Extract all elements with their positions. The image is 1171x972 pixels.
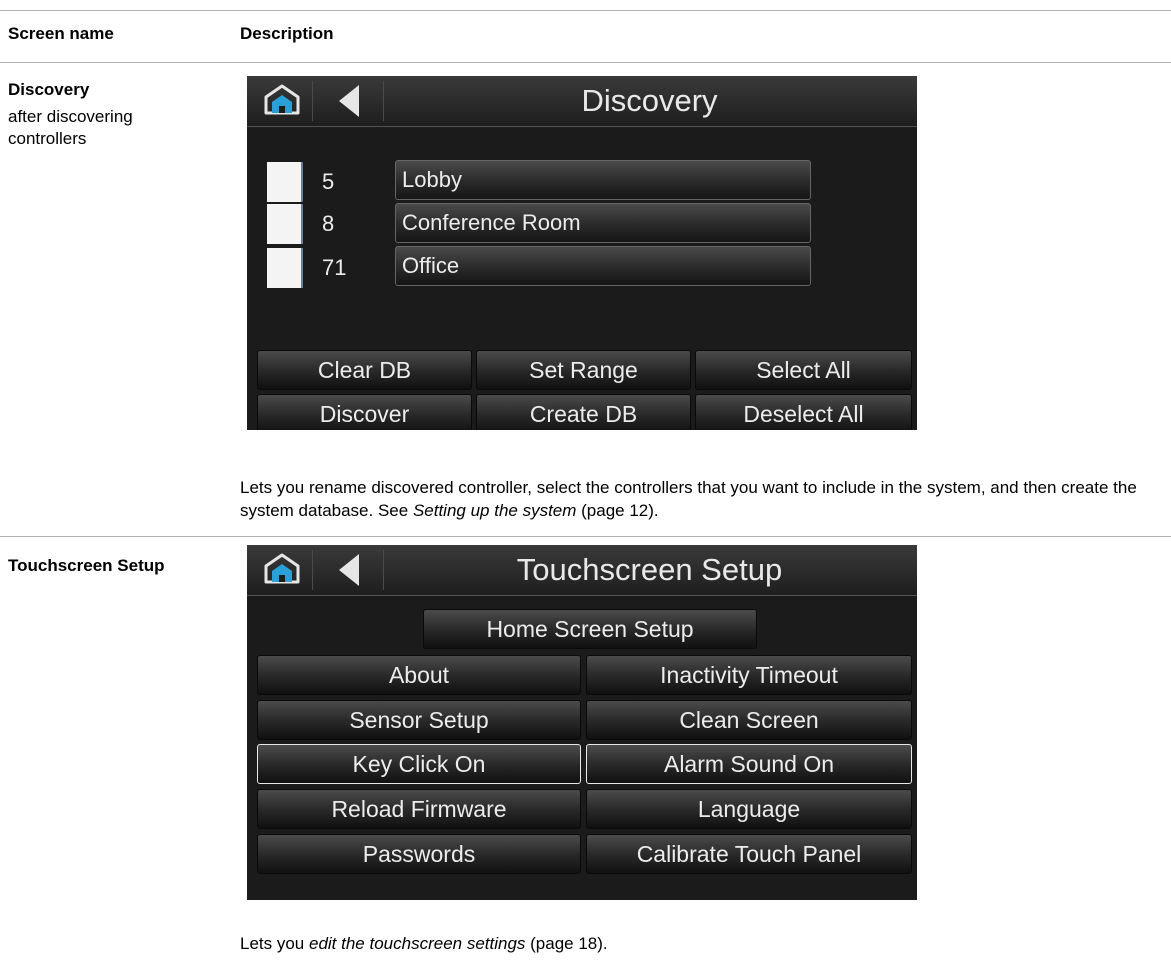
reload-firmware-button[interactable]: Reload Firmware [257,789,581,829]
back-arrow-icon [339,554,359,586]
home-button[interactable] [252,81,313,121]
controller-address: 8 [322,211,335,236]
description-discovery: Lets you rename discovered controller, s… [240,476,1170,522]
table-top-rule [0,10,1171,11]
controller-address: 71 [322,255,347,280]
back-button[interactable] [313,550,384,590]
description-text: Lets you [240,934,309,953]
controller-checkbox[interactable] [267,248,303,288]
touchscreen-setup-screen: Touchscreen Setup Home Screen Setup Abou… [247,545,917,900]
row-subtitle-discovery: after discovering controllers [8,107,133,148]
about-button[interactable]: About [257,655,581,695]
key-click-toggle[interactable]: Key Click On [257,744,581,784]
cross-reference-link[interactable]: Setting up the system [413,501,576,520]
header-screen-name: Screen name [8,24,114,43]
home-icon [264,84,300,115]
controller-checkbox[interactable] [267,204,303,244]
cross-reference-link[interactable]: edit the touchscreen settings [309,934,525,953]
row-rule [0,536,1171,537]
discover-button[interactable]: Discover [257,394,472,430]
clean-screen-button[interactable]: Clean Screen [586,700,912,740]
controller-checkbox[interactable] [267,162,303,202]
header-description: Description [240,24,334,43]
back-button[interactable] [313,81,384,121]
language-button[interactable]: Language [586,789,912,829]
description-touchscreen-setup: Lets you edit the touchscreen settings (… [240,932,1170,955]
controller-name-field[interactable]: Lobby [395,160,811,200]
sensor-setup-button[interactable]: Sensor Setup [257,700,581,740]
home-screen-setup-button[interactable]: Home Screen Setup [423,609,757,649]
clear-db-button[interactable]: Clear DB [257,350,472,390]
set-range-button[interactable]: Set Range [476,350,691,390]
row-name-discovery: Discovery [8,80,90,99]
header-rule [0,62,1171,63]
row-name-touchscreen-setup: Touchscreen Setup [8,556,165,575]
discovery-screen: Discovery 5 Lobby 8 Conference Room 71 O… [247,76,917,430]
description-text: (page 18). [525,934,608,953]
home-icon [264,553,300,584]
description-text: (page 12). [576,501,659,520]
alarm-sound-toggle[interactable]: Alarm Sound On [586,744,912,784]
description-text: Lets you rename discovered controller, s… [240,478,1137,520]
inactivity-timeout-button[interactable]: Inactivity Timeout [586,655,912,695]
passwords-button[interactable]: Passwords [257,834,581,874]
controller-address: 5 [322,169,335,194]
title-bar: Touchscreen Setup [247,545,917,596]
select-all-button[interactable]: Select All [695,350,912,390]
back-arrow-icon [339,85,359,117]
deselect-all-button[interactable]: Deselect All [695,394,912,430]
title-bar: Discovery [247,76,917,127]
home-button[interactable] [252,550,313,590]
controller-name-field[interactable]: Office [395,246,811,286]
calibrate-touch-panel-button[interactable]: Calibrate Touch Panel [586,834,912,874]
screen-title: Discovery [581,83,718,118]
controller-name-field[interactable]: Conference Room [395,203,811,243]
screen-title: Touchscreen Setup [516,552,783,587]
create-db-button[interactable]: Create DB [476,394,691,430]
